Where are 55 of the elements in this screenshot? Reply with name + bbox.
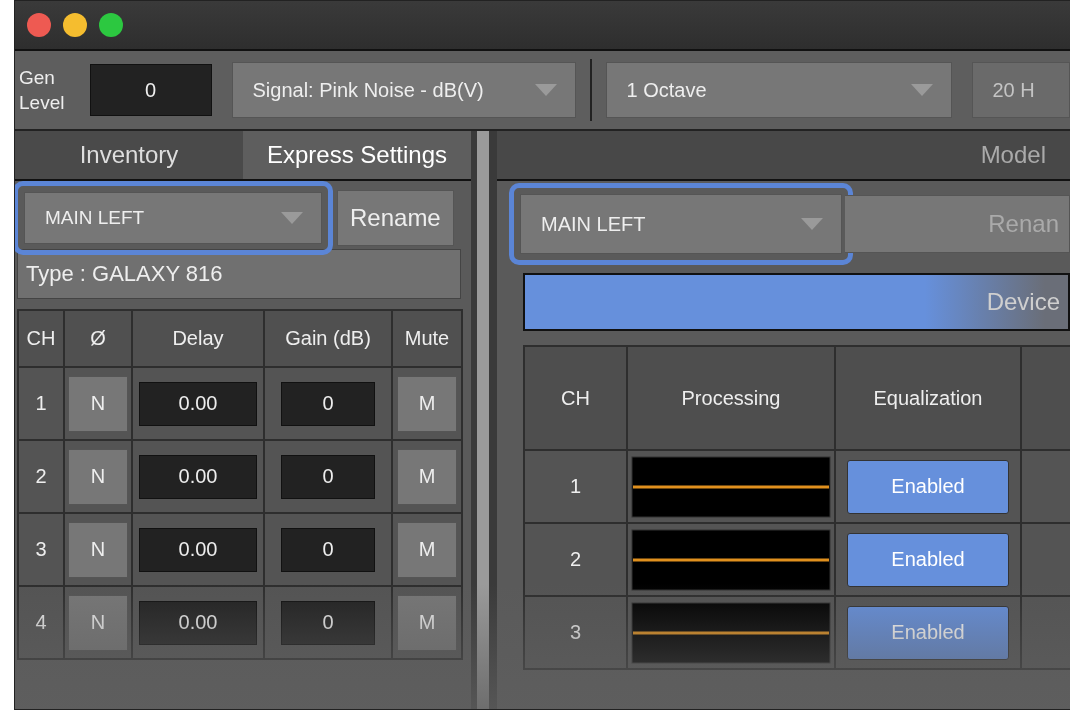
column-header: CH	[561, 386, 590, 409]
column-header: Mute	[404, 327, 450, 349]
gain-field[interactable]: 0	[281, 381, 375, 426]
column-header: CH	[26, 327, 56, 349]
splitter-bar[interactable]	[471, 131, 497, 709]
device-bar: Device	[523, 273, 1070, 331]
channel-number: 1	[35, 392, 47, 414]
polarity-button[interactable]: N	[68, 594, 128, 651]
column-header: Processing	[681, 386, 781, 409]
tab[interactable]: Model	[980, 141, 1046, 169]
delay-field[interactable]: 0.00	[139, 600, 257, 645]
polarity-button[interactable]: N	[68, 448, 128, 505]
caret-icon	[801, 218, 823, 230]
channel-number: 3	[35, 538, 47, 560]
gain-field[interactable]: 0	[281, 527, 375, 572]
equalization-button[interactable]: Enabled	[847, 459, 1009, 514]
channel-number: 1	[569, 475, 582, 497]
column-header: Delay	[172, 327, 224, 349]
mute-button[interactable]: M	[397, 448, 457, 505]
gen-level-label: Gen Level	[19, 66, 66, 115]
column-header: Gain (dB)	[285, 327, 371, 349]
tab[interactable]: Inventory	[15, 131, 243, 179]
maximize-button[interactable]	[99, 13, 123, 37]
channel-number: 2	[35, 465, 47, 487]
tab[interactable]: Express Settings	[243, 131, 471, 179]
caret-icon	[534, 84, 557, 96]
range-dropdown[interactable]: 20 H	[971, 62, 1070, 118]
delay-field[interactable]: 0.00	[139, 381, 257, 426]
caret-icon	[910, 84, 933, 96]
signal-dropdown[interactable]: Signal: Pink Noise - dB(V)	[231, 62, 576, 118]
minimize-button[interactable]	[63, 13, 87, 37]
mute-button[interactable]: M	[397, 521, 457, 578]
delay-field[interactable]: 0.00	[139, 454, 257, 499]
equalization-button[interactable]: Enabled	[847, 532, 1009, 587]
mute-button[interactable]: M	[397, 594, 457, 651]
column-header: Ø	[90, 327, 106, 349]
delay-field[interactable]: 0.00	[139, 527, 257, 572]
close-button[interactable]	[27, 13, 51, 37]
polarity-button[interactable]: N	[68, 521, 128, 578]
speaker-dropdown[interactable]: MAIN LEFT	[24, 192, 322, 244]
gain-field[interactable]: 0	[281, 454, 375, 499]
polarity-button[interactable]: N	[68, 375, 128, 432]
equalization-button[interactable]: Enabled	[847, 605, 1009, 660]
gen-level-field[interactable]: 0	[89, 64, 212, 116]
bandwidth-dropdown[interactable]: 1 Octave	[605, 62, 952, 118]
channel-number: 3	[569, 621, 582, 643]
gain-field[interactable]: 0	[281, 600, 375, 645]
type-field: Type : GALAXY 816	[17, 249, 461, 299]
channel-number: 4	[35, 611, 47, 633]
caret-icon	[281, 212, 303, 224]
column-header: Equalization	[873, 386, 983, 409]
channel-number: 2	[569, 548, 582, 570]
speaker-dropdown[interactable]: MAIN LEFT	[520, 194, 842, 254]
rename-button[interactable]: Rename	[337, 190, 454, 246]
mute-button[interactable]: M	[397, 375, 457, 432]
